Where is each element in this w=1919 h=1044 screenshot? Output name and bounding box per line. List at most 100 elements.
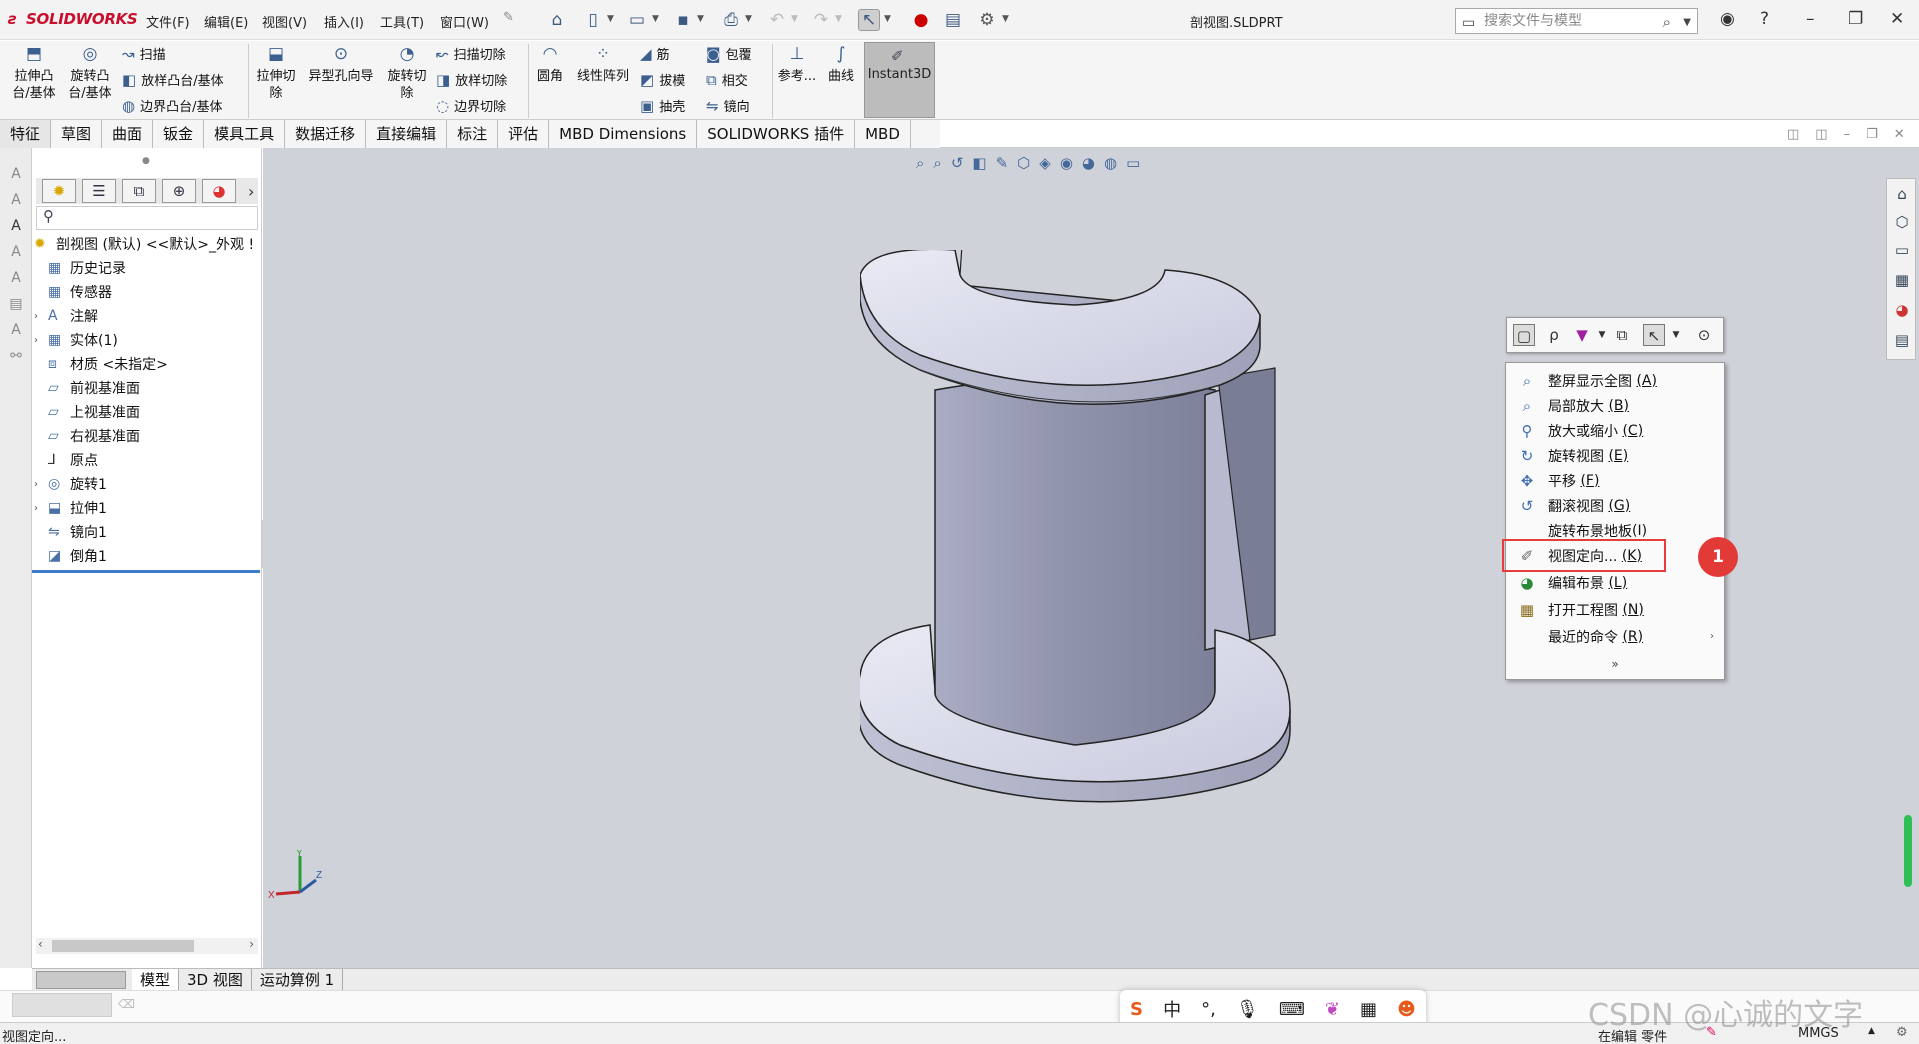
chevron-down-icon[interactable]: ▼ bbox=[1683, 11, 1691, 35]
close-icon[interactable]: ✕ bbox=[1894, 127, 1905, 142]
tree-item-annotations[interactable]: › A 注解 bbox=[34, 304, 98, 328]
tab-mold-tools[interactable]: 模具工具 bbox=[204, 120, 286, 148]
minimize-icon[interactable]: – bbox=[1844, 127, 1851, 142]
tab-sheet-metal[interactable]: 钣金 bbox=[153, 120, 205, 148]
menu-item-rotate-view[interactable]: ↻ 旋转视图 (E) bbox=[1506, 443, 1724, 468]
menu-item-edit-scene[interactable]: ◕ 编辑布景 (L) bbox=[1506, 570, 1724, 595]
keyboard-icon[interactable]: ⌨ bbox=[1279, 999, 1305, 1020]
linear-pattern-button[interactable]: ⁘ 线性阵列 bbox=[572, 46, 634, 85]
mascot-icon[interactable]: ☻ bbox=[1397, 999, 1416, 1020]
intersect-button[interactable]: ⧉ 相交 bbox=[706, 70, 748, 90]
tab-evaluate[interactable]: 评估 bbox=[498, 120, 550, 148]
fillet-button[interactable]: ◠ 圆角 bbox=[532, 46, 568, 85]
tree-item-solid-bodies[interactable]: › ▦ 实体(1) bbox=[34, 328, 118, 352]
save-icon[interactable]: ▪ bbox=[672, 9, 694, 31]
help-icon[interactable]: ? bbox=[1760, 9, 1769, 29]
solidworks-logo[interactable]: ƨ SOLIDWORKS bbox=[8, 10, 138, 28]
select-icon[interactable]: ↖ bbox=[858, 9, 880, 31]
new-document-icon[interactable]: ▯ bbox=[582, 9, 604, 31]
tree-item-chamfer1[interactable]: ◪ 倒角1 bbox=[48, 544, 107, 568]
loft-boss-button[interactable]: ◧ 放样凸台/基体 bbox=[122, 70, 224, 90]
surface-finish-icon[interactable]: ▤ bbox=[7, 296, 25, 314]
rollback-bar[interactable] bbox=[32, 570, 260, 573]
chevron-down-icon[interactable]: ▼ bbox=[791, 14, 798, 24]
tab-surfaces[interactable]: 曲面 bbox=[102, 120, 154, 148]
search-input[interactable]: ▭ 搜索文件与模型 ⌕ ▼ bbox=[1455, 8, 1698, 34]
chevron-down-icon[interactable]: ▼ bbox=[652, 14, 659, 24]
menu-item-open-drawing[interactable]: ▦ 打开工程图 (N) bbox=[1506, 597, 1724, 622]
expand-icon[interactable]: › bbox=[34, 503, 48, 514]
boundary-cut-button[interactable]: ◌ 边界切除 bbox=[436, 96, 506, 116]
annotation-icon[interactable]: A bbox=[7, 192, 25, 210]
balloon-icon[interactable]: A bbox=[7, 244, 25, 262]
menu-tools[interactable]: 工具(T) bbox=[380, 12, 424, 31]
weld-symbol-icon[interactable]: A bbox=[7, 322, 25, 340]
ime-mode[interactable]: 中 bbox=[1163, 996, 1181, 1022]
boundary-boss-button[interactable]: ◍ 边界凸台/基体 bbox=[122, 96, 222, 116]
menu-edit[interactable]: 编辑(E) bbox=[204, 12, 248, 31]
chevron-right-icon[interactable]: › bbox=[248, 182, 254, 201]
rib-button[interactable]: ◢ 筋 bbox=[640, 44, 670, 64]
command-combo[interactable] bbox=[12, 993, 112, 1017]
mirror-button[interactable]: ⇋ 镜向 bbox=[706, 96, 750, 116]
tree-item-revolve1[interactable]: › ◎ 旋转1 bbox=[34, 472, 107, 496]
microphone-icon[interactable]: 🎙 bbox=[1236, 999, 1259, 1020]
expand-icon[interactable]: › bbox=[34, 311, 48, 322]
wrap-button[interactable]: ◙ 包覆 bbox=[706, 44, 752, 64]
tree-item-history[interactable]: ▦ 历史记录 bbox=[48, 256, 126, 280]
home-icon[interactable]: ⌂ bbox=[546, 9, 568, 31]
menu-window[interactable]: 窗口(W) bbox=[440, 12, 489, 31]
part-model[interactable] bbox=[860, 250, 1380, 820]
draft-button[interactable]: ◩ 拔模 bbox=[640, 70, 685, 90]
skin-icon[interactable]: ❦ bbox=[1325, 999, 1340, 1020]
display-style-icon[interactable]: ◈ bbox=[1039, 154, 1051, 172]
menu-item-zoom-to-fit[interactable]: ⌕ 整屏显示全图 (A) bbox=[1506, 368, 1724, 393]
tree-item-sensors[interactable]: ▦ 传感器 bbox=[48, 280, 112, 304]
magnified-selection-icon[interactable]: ⊙ bbox=[1693, 324, 1715, 346]
view-orientation-icon[interactable]: ⬡ bbox=[1017, 154, 1030, 172]
menu-item-zoom-area[interactable]: ⌕ 局部放大 (B) bbox=[1506, 393, 1724, 418]
tile-icon[interactable]: ◫ bbox=[1787, 127, 1799, 142]
solidworks-resources-icon[interactable]: ⌂ bbox=[1892, 185, 1912, 205]
hole-wizard-button[interactable]: ⊙ 异型孔向导 bbox=[303, 46, 379, 85]
tab-motion-study[interactable]: 运动算例 1 bbox=[252, 968, 344, 991]
toolbox-grid-icon[interactable]: ▦ bbox=[1360, 999, 1377, 1020]
chevron-up-icon[interactable]: ▲ bbox=[1868, 1026, 1875, 1036]
property-manager-tab-icon[interactable]: ☰ bbox=[82, 179, 116, 203]
print-icon[interactable]: ⎙ bbox=[720, 9, 742, 31]
appearances-icon[interactable]: ◕ bbox=[1892, 301, 1912, 321]
expand-menu-icon[interactable]: » bbox=[1506, 651, 1724, 676]
tree-item-extrude1[interactable]: › ⬓ 拉伸1 bbox=[34, 496, 107, 520]
eraser-icon[interactable]: ⌫ bbox=[118, 997, 135, 1011]
scroll-right-icon[interactable]: › bbox=[249, 937, 254, 951]
tab-features[interactable]: 特征 bbox=[0, 120, 52, 148]
revolve-boss-button[interactable]: ◎ 旋转凸台/基体 bbox=[64, 46, 116, 102]
redo-icon[interactable]: ↷ bbox=[810, 9, 832, 31]
hide-show-items-icon[interactable]: ◉ bbox=[1060, 154, 1073, 172]
tab-navigation-buttons[interactable] bbox=[36, 970, 126, 989]
ime-punctuation[interactable]: °, bbox=[1201, 999, 1216, 1020]
instant3d-button[interactable]: ✐ Instant3D bbox=[864, 42, 935, 118]
sweep-button[interactable]: ↝ 扫描 bbox=[122, 44, 166, 64]
pin-icon[interactable]: ✎ bbox=[503, 10, 514, 25]
minimize-icon[interactable]: – bbox=[1806, 9, 1815, 29]
shell-button[interactable]: ▣ 抽壳 bbox=[640, 96, 685, 116]
menu-item-roll-view[interactable]: ↺ 翻滚视图 (G) bbox=[1506, 493, 1724, 518]
chevron-down-icon[interactable]: ▼ bbox=[835, 14, 842, 24]
chevron-down-icon[interactable]: ▼ bbox=[1665, 324, 1687, 346]
menu-file[interactable]: 文件(F) bbox=[146, 12, 190, 31]
display-manager-tab-icon[interactable]: ◕ bbox=[202, 179, 236, 203]
chevron-down-icon[interactable]: ▼ bbox=[1002, 14, 1009, 24]
chevron-down-icon[interactable]: ▼ bbox=[607, 14, 614, 24]
loft-cut-button[interactable]: ◨ 放样切除 bbox=[436, 70, 507, 90]
file-explorer-icon[interactable]: ▭ bbox=[1892, 241, 1912, 261]
design-library-icon[interactable]: ⬡ bbox=[1892, 213, 1912, 233]
zoom-to-area-icon[interactable]: ⌕ bbox=[933, 154, 941, 172]
link-icon[interactable]: ⚯ bbox=[7, 348, 25, 366]
rebuild-icon[interactable]: ● bbox=[910, 9, 932, 31]
menu-item-pan[interactable]: ✥ 平移 (F) bbox=[1506, 468, 1724, 493]
tree-item-front-plane[interactable]: ▱ 前视基准面 bbox=[48, 376, 140, 400]
tab-3d-views[interactable]: 3D 视图 bbox=[179, 968, 252, 991]
tab-data-migration[interactable]: 数据迁移 bbox=[285, 120, 367, 148]
file-properties-icon[interactable]: ▤ bbox=[942, 9, 964, 31]
